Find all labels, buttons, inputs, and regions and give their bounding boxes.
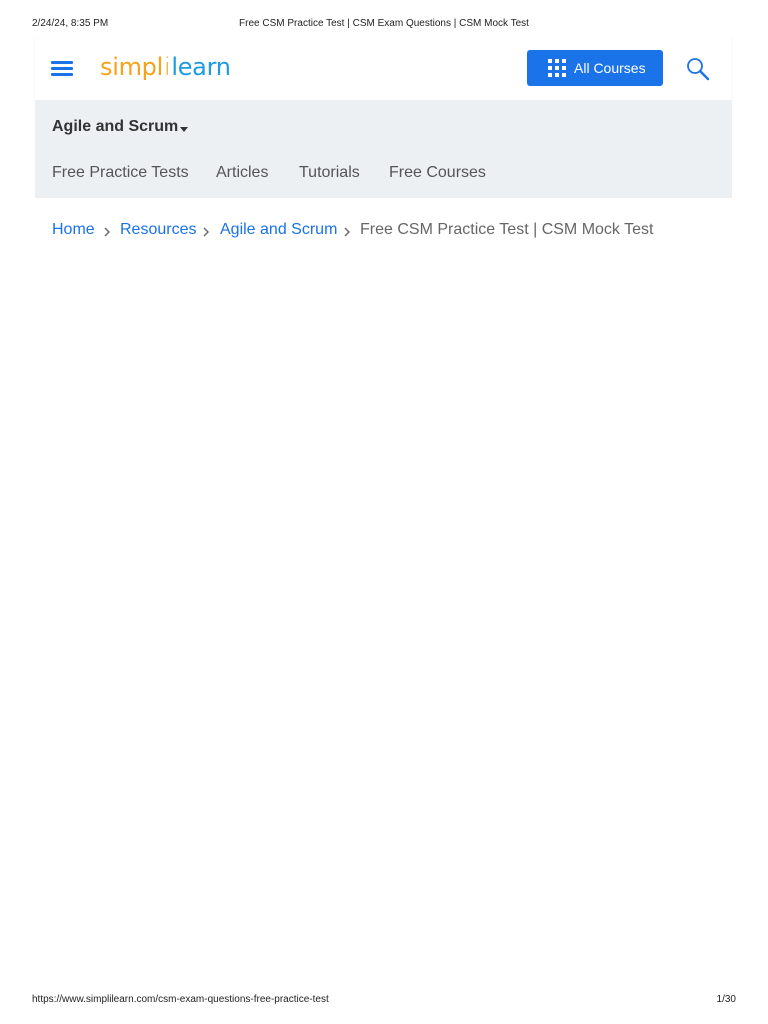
site-header: simplilearn All Courses xyxy=(35,36,732,100)
breadcrumb-agile-and-scrum[interactable]: Agile and Scrum xyxy=(220,221,337,239)
chevron-right-icon xyxy=(203,227,209,237)
tab-tutorials[interactable]: Tutorials xyxy=(299,164,360,182)
caret-down-icon[interactable] xyxy=(180,127,188,132)
chevron-right-icon xyxy=(344,227,350,237)
print-footer: https://www.simplilearn.com/csm-exam-que… xyxy=(32,994,736,1008)
print-header: 2/24/24, 8:35 PM Free CSM Practice Test … xyxy=(32,18,736,32)
search-icon[interactable] xyxy=(685,56,711,82)
breadcrumb-current: Free CSM Practice Test | CSM Mock Test xyxy=(360,221,654,238)
category-dropdown[interactable]: Agile and Scrum xyxy=(52,118,178,136)
print-page-number: 1/30 xyxy=(716,994,736,1005)
all-courses-button[interactable]: All Courses xyxy=(527,50,663,86)
grid-icon xyxy=(548,59,566,77)
breadcrumb-home[interactable]: Home xyxy=(52,221,95,239)
chevron-right-icon xyxy=(104,227,110,237)
tab-articles[interactable]: Articles xyxy=(216,164,268,182)
category-subnav: Agile and Scrum Free Practice Tests Arti… xyxy=(35,100,732,198)
breadcrumb-resources[interactable]: Resources xyxy=(120,221,196,239)
print-url: https://www.simplilearn.com/csm-exam-que… xyxy=(32,994,329,1005)
tab-free-practice-tests[interactable]: Free Practice Tests xyxy=(52,164,189,182)
simplilearn-logo[interactable]: simplilearn xyxy=(100,53,231,81)
tab-free-courses[interactable]: Free Courses xyxy=(389,164,486,182)
all-courses-label: All Courses xyxy=(574,60,646,76)
print-page-title: Free CSM Practice Test | CSM Exam Questi… xyxy=(239,18,529,29)
hamburger-menu-icon[interactable] xyxy=(51,59,73,77)
